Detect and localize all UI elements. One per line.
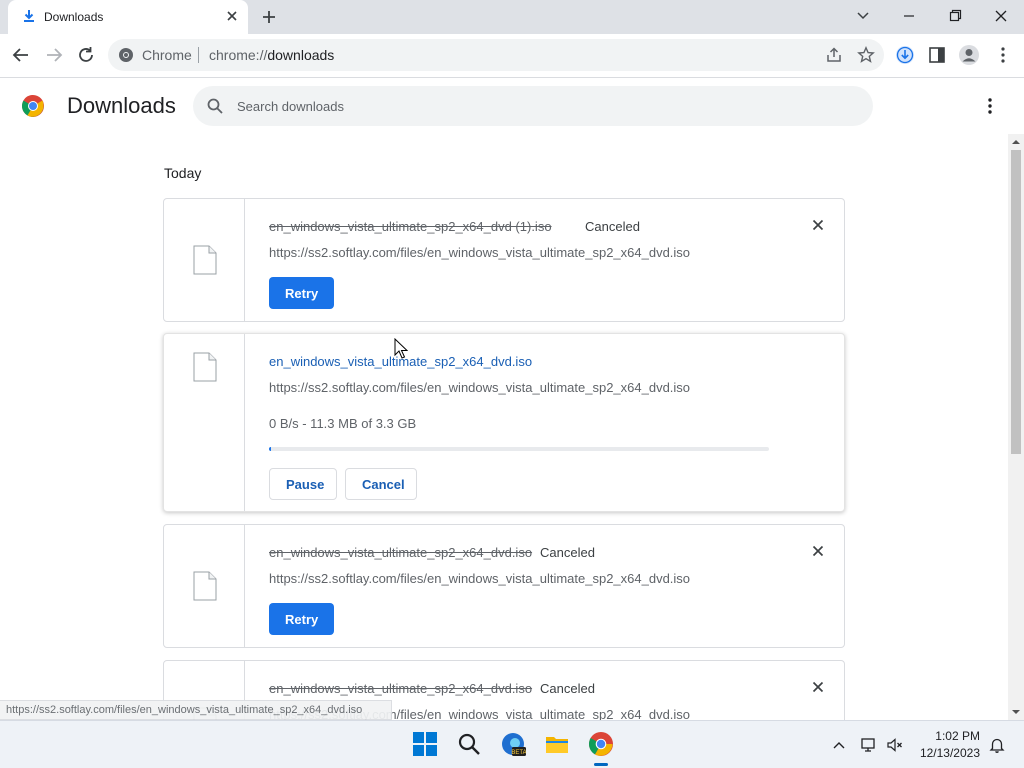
chrome-logo-icon	[22, 95, 44, 117]
mouse-cursor-icon	[394, 338, 408, 359]
show-hidden-icons-chevron-icon[interactable]	[830, 736, 848, 754]
tab-strip: Downloads	[0, 0, 1024, 34]
file-url[interactable]: https://ss2.softlay.com/files/en_windows…	[269, 245, 690, 260]
close-window-icon[interactable]	[990, 6, 1012, 26]
forward-icon[interactable]	[43, 44, 65, 66]
retry-button[interactable]: Retry	[269, 603, 335, 635]
active-app-indicator	[594, 763, 608, 766]
omnibox-separator	[198, 47, 199, 63]
remove-item-icon[interactable]	[810, 679, 826, 695]
search-input[interactable]	[237, 86, 857, 126]
file-url[interactable]: https://ss2.softlay.com/files/en_windows…	[269, 380, 690, 395]
remove-item-icon[interactable]	[810, 217, 826, 233]
downloads-toolbar-icon[interactable]	[894, 44, 916, 66]
page-title: Downloads	[67, 93, 176, 118]
taskbar-search-icon[interactable]	[456, 731, 482, 757]
progress-text: 0 B/s - 11.3 MB of 3.3 GB	[269, 416, 417, 431]
scrollbar-thumb[interactable]	[1011, 150, 1021, 454]
file-icon-column	[164, 334, 245, 511]
edge-beta-badge: BETA	[511, 750, 526, 756]
chrome-site-icon	[119, 48, 133, 62]
file-url[interactable]: https://ss2.softlay.com/files/en_windows…	[269, 571, 690, 586]
close-tab-icon[interactable]	[224, 8, 240, 24]
back-icon[interactable]	[10, 44, 32, 66]
file-icon-column	[164, 525, 245, 647]
search-icon	[207, 98, 223, 114]
notification-bell-icon[interactable]	[988, 736, 1006, 754]
status-text: Canceled	[585, 219, 640, 234]
pause-button[interactable]: Pause	[269, 468, 337, 500]
download-icon	[24, 10, 34, 22]
vertical-scrollbar[interactable]	[1008, 134, 1024, 720]
site-label: Chrome	[142, 47, 192, 63]
volume-muted-icon[interactable]	[886, 736, 904, 754]
more-actions-icon[interactable]	[980, 96, 1000, 116]
bookmark-star-icon[interactable]	[857, 46, 875, 64]
file-icon	[193, 352, 217, 382]
search-box[interactable]	[193, 86, 873, 126]
restore-icon[interactable]	[944, 6, 966, 26]
date-section-title: Today	[164, 165, 202, 181]
browser-toolbar: Chrome chrome://downloads	[0, 34, 1024, 78]
url-text[interactable]: chrome://downloads	[209, 47, 334, 63]
link-status-bubble: https://ss2.softlay.com/files/en_windows…	[0, 700, 392, 720]
progress-fill	[269, 447, 271, 451]
minimize-icon[interactable]	[898, 6, 920, 26]
address-bar[interactable]: Chrome chrome://downloads	[108, 39, 884, 71]
clock-date[interactable]: 12/13/2023	[910, 746, 980, 760]
url-path: downloads	[267, 47, 335, 63]
clock-time[interactable]: 1:02 PM	[918, 729, 980, 743]
file-name: en_windows_vista_ultimate_sp2_x64_dvd.is…	[269, 681, 533, 696]
share-icon[interactable]	[825, 46, 843, 64]
url-scheme: chrome://	[209, 47, 268, 63]
download-item-active: en_windows_vista_ultimate_sp2_x64_dvd.is…	[163, 333, 845, 512]
download-item: en_windows_vista_ultimate_sp2_x64_dvd (1…	[163, 198, 845, 322]
new-tab-icon[interactable]	[260, 8, 278, 26]
file-icon	[193, 245, 217, 275]
retry-button[interactable]: Retry	[269, 277, 335, 309]
cancel-button[interactable]: Cancel	[345, 468, 417, 500]
chrome-taskbar-icon[interactable]	[588, 731, 614, 757]
file-name: en_windows_vista_ultimate_sp2_x64_dvd.is…	[269, 545, 533, 560]
downloads-header: Downloads	[0, 78, 1024, 134]
network-icon[interactable]	[860, 736, 878, 754]
status-text: Canceled	[540, 681, 595, 696]
scroll-down-arrow-icon[interactable]	[1012, 708, 1020, 716]
status-text: Canceled	[540, 545, 595, 560]
windows-taskbar: BETA 1:02 PM 12/13/2023	[0, 720, 1024, 768]
file-explorer-icon[interactable]	[544, 731, 570, 757]
file-icon	[193, 571, 217, 601]
downloads-list: Today en_windows_vista_ultimate_sp2_x64_…	[0, 134, 1008, 720]
scroll-up-arrow-icon[interactable]	[1012, 138, 1020, 146]
chrome-menu-icon[interactable]	[992, 44, 1014, 66]
file-icon-column	[164, 199, 245, 321]
side-panel-icon[interactable]	[926, 44, 948, 66]
profile-avatar-icon[interactable]	[958, 44, 980, 66]
tab-title: Downloads	[44, 10, 104, 24]
file-name: en_windows_vista_ultimate_sp2_x64_dvd (1…	[269, 219, 552, 234]
tab-search-chevron-icon[interactable]	[852, 6, 874, 26]
reload-icon[interactable]	[75, 44, 97, 66]
tab-downloads[interactable]: Downloads	[8, 0, 248, 34]
windows-start-icon[interactable]	[412, 731, 438, 757]
edge-beta-icon[interactable]: BETA	[500, 731, 526, 757]
progress-bar	[269, 447, 769, 451]
download-item: en_windows_vista_ultimate_sp2_x64_dvd.is…	[163, 524, 845, 648]
remove-item-icon[interactable]	[810, 543, 826, 559]
